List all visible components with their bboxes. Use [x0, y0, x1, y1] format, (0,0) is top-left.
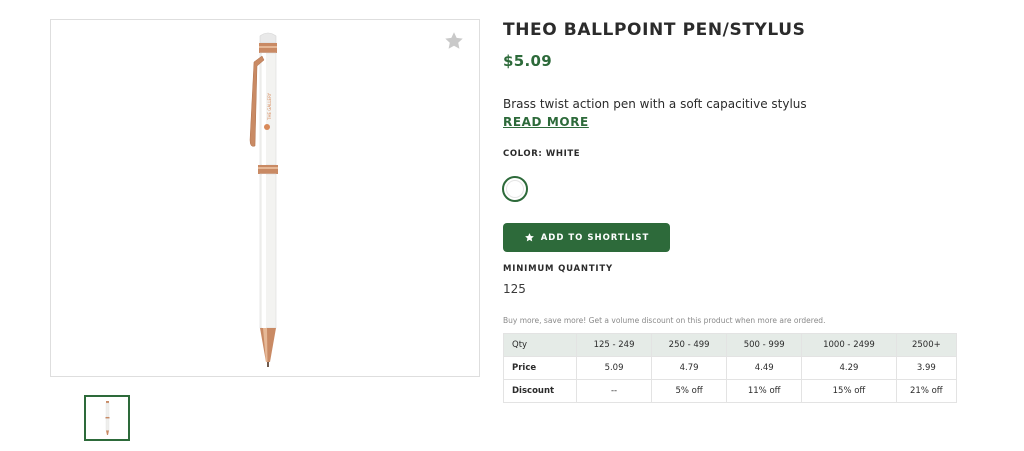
table-cell: 3.99 [895, 356, 958, 380]
table-row-qty: Qty 125 - 249 250 - 499 500 - 999 1000 -… [503, 333, 958, 357]
table-cell: 2500+ [895, 333, 958, 357]
volume-pricing-table: Qty 125 - 249 250 - 499 500 - 999 1000 -… [503, 333, 958, 403]
table-cell: 4.29 [801, 356, 897, 380]
table-cell: 5% off [651, 379, 728, 403]
color-swatch-white[interactable] [502, 176, 528, 202]
table-cell: 4.79 [651, 356, 728, 380]
table-cell: 500 - 999 [726, 333, 803, 357]
pen-image: THE GALLERY [249, 32, 278, 367]
swatch-fill [506, 180, 524, 198]
table-row-price: Price 5.09 4.79 4.49 4.29 3.99 [503, 356, 958, 380]
minimum-quantity-label: MINIMUM QUANTITY [503, 264, 613, 274]
table-cell: 250 - 499 [651, 333, 728, 357]
thumbnail-1[interactable] [84, 395, 130, 441]
volume-discount-note: Buy more, save more! Get a volume discou… [503, 316, 826, 325]
shortlist-label: ADD TO SHORTLIST [540, 232, 650, 243]
color-label: COLOR: WHITE [503, 149, 581, 159]
table-cell: Qty [503, 333, 577, 357]
product-title: THEO BALLPOINT PEN/STYLUS [503, 20, 806, 40]
product-description: Brass twist action pen with a soft capac… [503, 97, 807, 111]
product-image-main[interactable]: THE GALLERY [50, 19, 480, 377]
table-cell: -- [575, 379, 653, 403]
read-more-link[interactable]: READ MORE [503, 115, 589, 129]
table-cell: Price [503, 356, 577, 380]
star-icon [524, 233, 534, 242]
table-cell: 1000 - 2499 [801, 333, 897, 357]
table-cell: 5.09 [575, 356, 653, 380]
table-cell: 21% off [895, 379, 958, 403]
table-cell: 15% off [801, 379, 897, 403]
minimum-quantity-value: 125 [503, 282, 526, 296]
table-cell: 125 - 249 [575, 333, 653, 357]
table-cell: 11% off [726, 379, 803, 403]
table-row-discount: Discount -- 5% off 11% off 15% off 21% o… [503, 379, 958, 403]
logo-icon [264, 124, 270, 130]
pen-logo-text: THE GALLERY [267, 92, 272, 121]
pen-thumbnail-image [105, 401, 110, 435]
add-to-shortlist-button[interactable]: ADD TO SHORTLIST [503, 223, 670, 252]
table-cell: Discount [503, 379, 577, 403]
product-price: $5.09 [503, 52, 552, 70]
table-cell: 4.49 [726, 356, 803, 380]
